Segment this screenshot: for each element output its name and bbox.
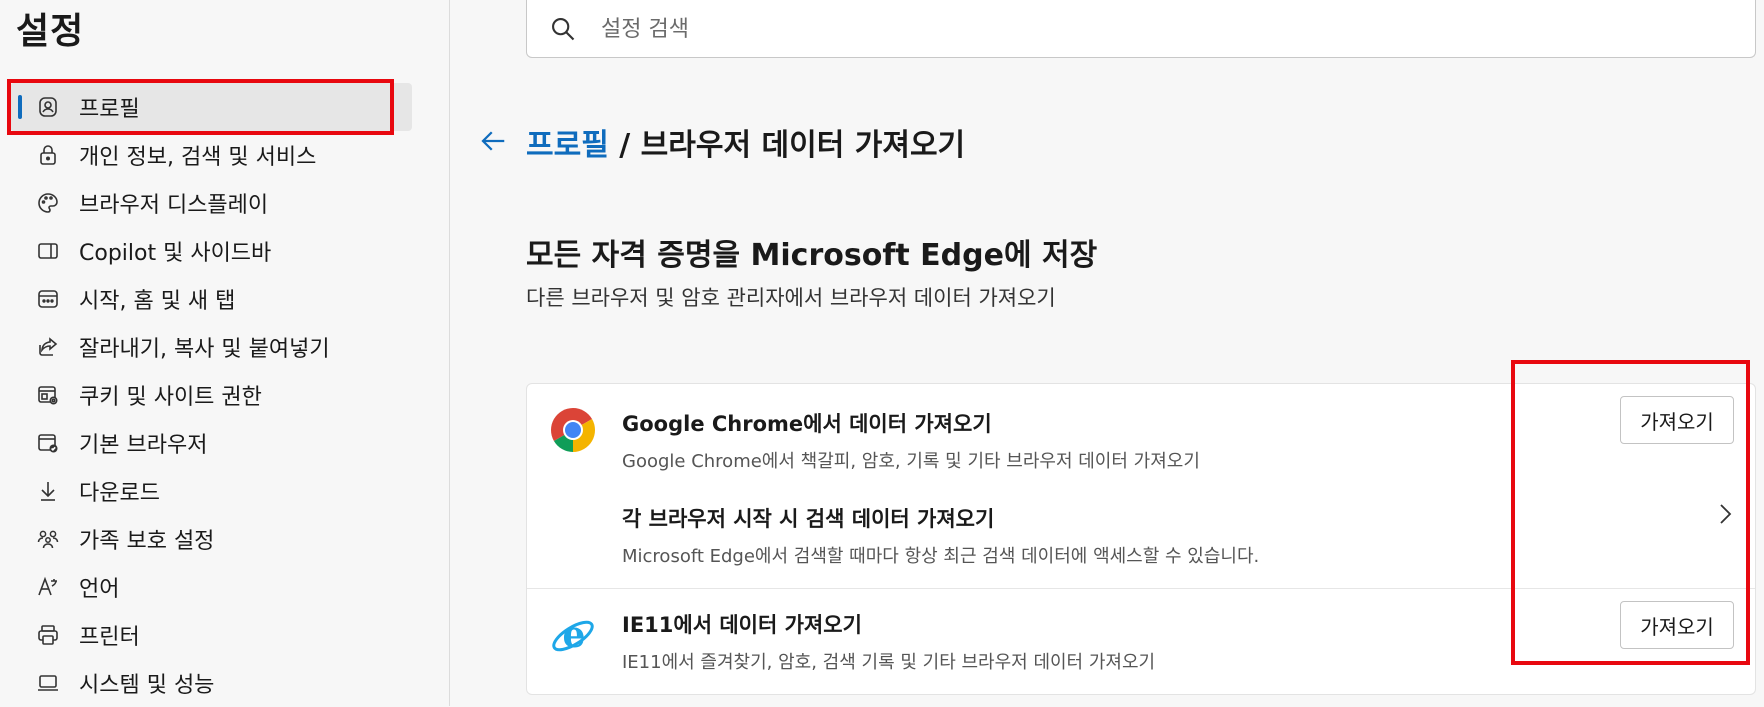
sidebar-item-label: 언어: [79, 577, 120, 602]
sidebar-item-label: 시스템 및 성능: [79, 673, 215, 698]
sidebar-item-label: 프로필: [79, 97, 140, 122]
section-subtitle: 다른 브라우저 및 암호 관리자에서 브라우저 데이터 가져오기: [526, 286, 1056, 310]
startup-import-title: 각 브라우저 시작 시 검색 데이터 가져오기: [622, 507, 995, 531]
share-icon: [39, 337, 58, 356]
language-icon: [38, 576, 57, 596]
chrome-import-desc: Google Chrome에서 책갈피, 암호, 기록 및 기타 브라우저 데이…: [622, 451, 1200, 472]
sidebar-item-clipboard[interactable]: 잘라내기, 복사 및 붙여넣기: [10, 323, 412, 371]
breadcrumb-separator: /: [608, 128, 641, 163]
chrome-import-title: Google Chrome에서 데이터 가져오기: [622, 412, 992, 436]
laptop-icon: [38, 675, 58, 691]
chrome-import-button[interactable]: 가져오기: [1620, 396, 1734, 444]
lock-icon: [40, 145, 56, 165]
profile-icon: [39, 97, 57, 117]
breadcrumb-current: 브라우저 데이터 가져오기: [640, 128, 966, 163]
sidebar-item-language[interactable]: 언어: [10, 563, 412, 611]
default-browser-icon: [38, 434, 58, 453]
sidebar-item-label: 프린터: [79, 625, 140, 650]
download-icon: [41, 482, 55, 501]
sidebar-item-privacy[interactable]: 개인 정보, 검색 및 서비스: [10, 131, 412, 179]
active-indicator: [18, 95, 22, 119]
sidebar-item-default-browser[interactable]: 기본 브라우저: [10, 419, 412, 467]
sidebar-item-family[interactable]: 가족 보호 설정: [10, 515, 412, 563]
sidebar-item-label: 시작, 홈 및 새 탭: [79, 289, 236, 314]
sidebar-item-label: 가족 보호 설정: [79, 529, 215, 554]
family-icon: [37, 530, 59, 549]
ie-icon: e: [552, 614, 594, 656]
palette-icon: [38, 193, 58, 213]
sidebar-item-label: 개인 정보, 검색 및 서비스: [79, 145, 317, 170]
settings-title: 설정: [16, 11, 85, 52]
sidebar-item-printer[interactable]: 프린터: [10, 611, 412, 659]
sidebar-item-profile[interactable]: 프로필: [10, 83, 412, 131]
breadcrumb-parent-link[interactable]: 프로필: [526, 128, 609, 163]
search-input[interactable]: [599, 0, 1703, 58]
import-card: Google Chrome에서 데이터 가져오기 Google Chrome에서…: [526, 383, 1756, 695]
sidebar-item-display[interactable]: 브라우저 디스플레이: [10, 179, 412, 227]
sidebar-item-label: 브라우저 디스플레이: [79, 193, 269, 218]
settings-sidebar: 설정 프로필 개인 정보, 검색 및 서비스 브라우저 디스플레이 Copilo…: [0, 0, 450, 706]
breadcrumb: 프로필 / 브라우저 데이터 가져오기: [526, 120, 965, 164]
ie11-import-title: IE11에서 데이터 가져오기: [622, 613, 862, 637]
chevron-right-icon[interactable]: [1715, 500, 1735, 528]
new-tab-icon: [38, 290, 58, 308]
startup-import-desc: Microsoft Edge에서 검색할 때마다 항상 최근 검색 데이터에 액…: [622, 546, 1260, 567]
search-bar[interactable]: [526, 0, 1756, 58]
sidebar-item-label: Copilot 및 사이드바: [79, 241, 272, 266]
svg-text:e: e: [563, 614, 586, 656]
ie11-import-desc: IE11에서 즐겨찾기, 암호, 검색 기록 및 기타 브라우저 데이터 가져오…: [622, 652, 1156, 673]
sidebar-item-label: 다운로드: [79, 481, 160, 506]
sidebar-item-copilot[interactable]: Copilot 및 사이드바: [10, 227, 412, 275]
sidebar-icon: [38, 243, 58, 259]
site-permissions-icon: [38, 386, 58, 405]
sidebar-item-label: 쿠키 및 사이트 권한: [79, 385, 262, 410]
back-arrow-icon[interactable]: [478, 126, 508, 156]
ie11-import-button[interactable]: 가져오기: [1620, 601, 1734, 649]
section-title: 모든 자격 증명을 Microsoft Edge에 저장: [526, 238, 1098, 273]
sidebar-item-system[interactable]: 시스템 및 성능: [10, 659, 412, 707]
chrome-icon: [551, 408, 595, 452]
sidebar-item-start-home[interactable]: 시작, 홈 및 새 탭: [10, 275, 412, 323]
sidebar-item-downloads[interactable]: 다운로드: [10, 467, 412, 515]
row-divider: [527, 588, 1755, 589]
search-icon: [552, 18, 575, 41]
sidebar-item-label: 기본 브라우저: [79, 433, 208, 458]
sidebar-item-cookies[interactable]: 쿠키 및 사이트 권한: [10, 371, 412, 419]
printer-icon: [38, 625, 58, 645]
sidebar-item-label: 잘라내기, 복사 및 붙여넣기: [79, 337, 330, 362]
